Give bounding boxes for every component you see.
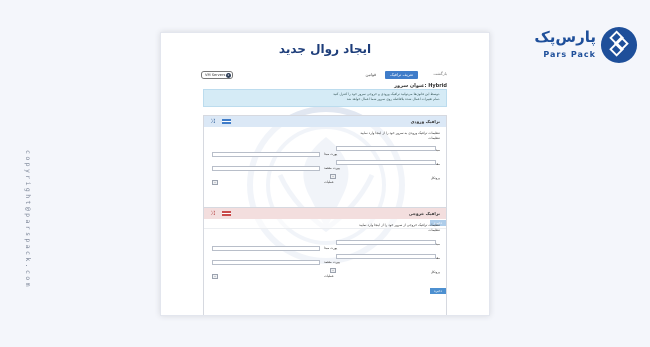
- field-label: پروتکل: [430, 270, 440, 274]
- port-source-input[interactable]: [212, 246, 320, 251]
- protocol-dropdown[interactable]: ⌄: [330, 174, 336, 179]
- port-source-input[interactable]: [212, 152, 320, 157]
- tab-traffic[interactable]: تعریف ترافیک: [385, 71, 418, 79]
- tab-rules[interactable]: قوانین: [362, 71, 380, 79]
- save-button[interactable]: ذخیره: [430, 288, 446, 294]
- page-title: ایجاد روال جدید: [278, 42, 372, 56]
- ip-source-input[interactable]: [336, 240, 436, 245]
- field-label: عملیات: [324, 180, 334, 184]
- vm-servers-button[interactable]: VM Servers 2: [201, 71, 233, 79]
- panel-sublabel: تنظیمات: [428, 228, 440, 232]
- brand-name-en: Pars Pack: [543, 50, 596, 59]
- brand-name-fa: پارس‌پک: [534, 28, 596, 46]
- protocol-dropdown[interactable]: ⌄: [330, 268, 336, 273]
- ip-dest-input[interactable]: [336, 160, 436, 165]
- shuffle-icon: ⤨: [210, 210, 215, 217]
- vm-servers-label: VM Servers: [205, 73, 226, 77]
- field-label: پورت مقصد: [324, 260, 340, 264]
- port-dest-input[interactable]: [212, 260, 320, 265]
- panel-description: تنظیمات ترافیک خروجی از سرور خود را از ا…: [359, 223, 440, 233]
- field-label: پورت مبدا: [324, 152, 338, 156]
- copyright-vertical: copyright@parspack.com: [20, 150, 34, 330]
- port-dest-input[interactable]: [212, 166, 320, 171]
- panel-title: ترافیک ورودی: [410, 119, 440, 124]
- toolbar: بازگشت تعریف ترافیک قوانین VM Servers 2: [201, 71, 447, 81]
- back-link[interactable]: بازگشت: [433, 71, 447, 76]
- info-line: تمام تغییرات اعمال شده بلافاصله روی سرور…: [346, 97, 440, 101]
- panel-header: ترافیک خروجی ⤨: [204, 208, 446, 219]
- action-dropdown[interactable]: ⌄: [212, 274, 218, 279]
- info-alert: توسط این قانون‌ها می‌توانید ترافیک ورودی…: [203, 89, 447, 107]
- ip-source-input[interactable]: [336, 146, 436, 151]
- flag-icon: [222, 119, 231, 124]
- field-label: پورت مقصد: [324, 166, 340, 170]
- field-label: عملیات: [324, 274, 334, 278]
- diamond-logo-icon: [600, 26, 638, 64]
- field-label: پورت مبدا: [324, 246, 338, 250]
- panel-description: تنظیمات ترافیک ورودی به سرور خود را از ا…: [360, 131, 440, 141]
- ip-dest-input[interactable]: [336, 254, 436, 259]
- brand-logo[interactable]: پارس‌پک Pars Pack: [520, 26, 638, 66]
- field-label: پروتکل: [430, 176, 440, 180]
- panel-header: ترافیک ورودی ⤨: [204, 116, 446, 127]
- panel-title: ترافیک خروجی: [408, 211, 440, 216]
- panel-sublabel: تنظیمات: [428, 136, 440, 140]
- shuffle-icon: ⤨: [210, 118, 215, 125]
- screenshot-card: ایجاد روال جدید بازگشت تعریف ترافیک قوان…: [160, 32, 490, 316]
- action-dropdown[interactable]: ⌄: [212, 180, 218, 185]
- outgoing-traffic-panel: ترافیک خروجی ⤨ تنظیمات ترافیک خروجی از س…: [203, 207, 447, 315]
- vm-count-badge: 2: [226, 73, 231, 78]
- copyright-text: copyright@parspack.com: [24, 150, 32, 289]
- flag-icon: [222, 211, 231, 216]
